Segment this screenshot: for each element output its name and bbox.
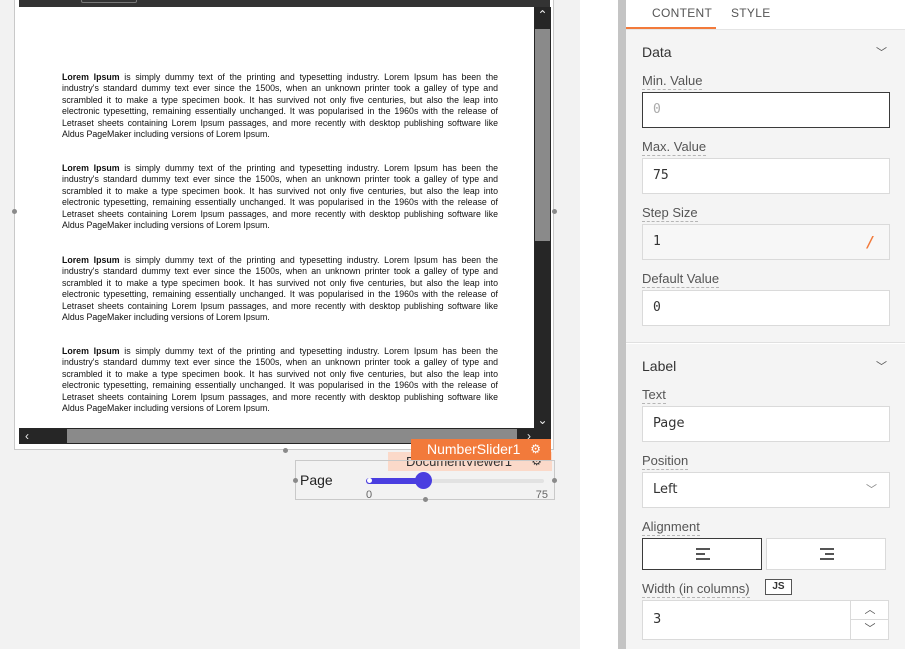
align-right-button[interactable] [766, 538, 886, 570]
data-section-title: Data [642, 44, 672, 60]
alignment-label: Alignment [642, 519, 700, 536]
tab-content[interactable]: CONTENT [652, 6, 712, 20]
width-value: 3 [653, 612, 662, 627]
slider-thumb[interactable] [414, 472, 432, 489]
resize-handle[interactable] [293, 478, 298, 483]
label-text-input[interactable]: Page [642, 406, 890, 442]
document-viewer-widget[interactable]: Lorem Ipsum is simply dummy text of the … [14, 0, 554, 450]
slider-max-text: 75 [535, 489, 548, 501]
min-value-label: Min. Value [642, 73, 703, 90]
property-pane: CONTENT STYLE Data ﹀ Min. Value 0 Max. V… [626, 0, 905, 649]
resize-handle[interactable] [12, 209, 17, 214]
resize-handle[interactable] [552, 209, 557, 214]
data-section: Data ﹀ Min. Value 0 Max. Value 75 Step S… [626, 30, 905, 343]
gear-icon[interactable]: ⚙ [530, 439, 541, 460]
width-input[interactable]: 3 [642, 600, 852, 640]
document-paragraph: Lorem Ipsum is simply dummy text of the … [62, 346, 499, 414]
position-value: Left [653, 482, 678, 497]
step-size-input[interactable]: 1/ [642, 224, 890, 260]
max-value-input[interactable]: 75 [642, 158, 890, 194]
number-slider-tag[interactable]: NumberSlider1 ⚙ [411, 439, 551, 460]
chevron-up-icon[interactable]: ⌃ [534, 7, 551, 23]
document-page: Lorem Ipsum is simply dummy text of the … [19, 7, 534, 428]
step-size-label: Step Size [642, 205, 698, 222]
label-section-title: Label [642, 358, 677, 374]
document-paragraph: Lorem Ipsum is simply dummy text of the … [62, 255, 499, 323]
canvas-margin [580, 0, 618, 649]
vertical-scroll-thumb[interactable] [535, 29, 550, 241]
slider-start-dot [367, 478, 372, 483]
active-tab-indicator [626, 27, 716, 29]
slider-label: Page [300, 472, 333, 488]
resize-handle[interactable] [283, 448, 288, 453]
default-value-label: Default Value [642, 271, 720, 288]
js-badge[interactable]: JS [765, 579, 792, 595]
number-slider-tag-label: NumberSlider1 [427, 441, 521, 457]
position-label: Position [642, 453, 689, 470]
slider-min-text: 0 [366, 489, 373, 501]
chevron-left-icon[interactable]: ‹ [19, 428, 35, 444]
number-slider-widget[interactable]: Page 0 75 [295, 460, 555, 501]
property-tabs: CONTENT STYLE [626, 0, 905, 30]
resize-handle[interactable] [423, 497, 428, 502]
label-text-label: Text [642, 387, 666, 404]
chevron-down-icon[interactable]: ﹀ [851, 620, 889, 639]
chevron-down-icon[interactable]: ﹀ [876, 358, 887, 374]
document-toolbar [19, 0, 550, 7]
tab-style[interactable]: STYLE [731, 6, 771, 20]
width-label: Width (in columns) [642, 581, 750, 598]
document-paragraph: Lorem Ipsum is simply dummy text of the … [62, 163, 499, 231]
js-toggle-icon[interactable]: / [866, 225, 875, 259]
align-left-button[interactable] [642, 538, 762, 570]
default-value-text: 0 [653, 300, 661, 315]
toolbar-button[interactable] [81, 0, 137, 3]
min-value-text: 0 [653, 102, 661, 117]
align-left-icon [696, 548, 710, 563]
label-text-value: Page [653, 416, 685, 431]
chevron-down-icon: ﹀ [866, 483, 877, 496]
width-stepper[interactable]: ︿ ﹀ [850, 600, 889, 640]
chevron-down-icon[interactable]: ﹀ [876, 44, 887, 60]
resize-handle[interactable] [552, 478, 557, 483]
min-value-input[interactable]: 0 [642, 92, 890, 128]
editor-canvas: Lorem Ipsum is simply dummy text of the … [0, 0, 580, 649]
chevron-up-icon[interactable]: ︿ [851, 601, 889, 620]
panel-scrollbar[interactable] [618, 0, 626, 649]
vertical-scrollbar[interactable]: ⌃ ⌄ [534, 7, 551, 428]
chevron-down-icon[interactable]: ⌄ [534, 412, 551, 428]
default-value-input[interactable]: 0 [642, 290, 890, 326]
step-size-text: 1 [653, 234, 661, 249]
document-paragraph: Lorem Ipsum is simply dummy text of the … [62, 72, 499, 140]
position-select[interactable]: Left ﹀ [642, 472, 890, 508]
max-value-label: Max. Value [642, 139, 707, 156]
align-right-icon [820, 548, 834, 563]
max-value-text: 75 [653, 168, 669, 183]
